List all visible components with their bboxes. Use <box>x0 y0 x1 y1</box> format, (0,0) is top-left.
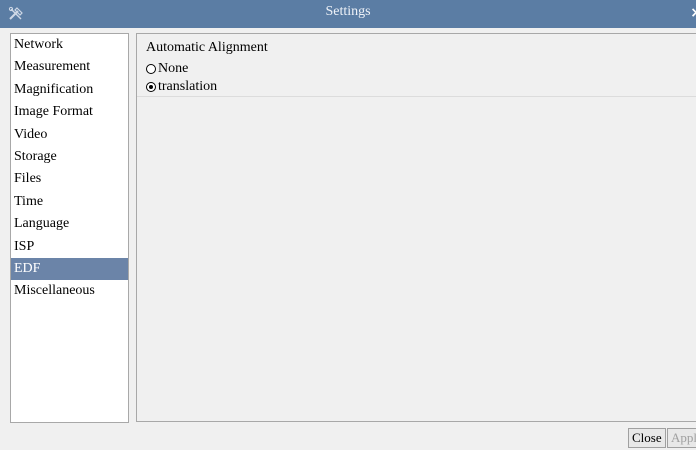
close-button[interactable]: Close <box>628 428 666 448</box>
sidebar-item-measurement[interactable]: Measurement <box>11 56 128 78</box>
sidebar-item-video[interactable]: Video <box>11 124 128 146</box>
automatic-alignment-group: Automatic Alignment None translation <box>137 34 696 97</box>
sidebar-item-magnification[interactable]: Magnification <box>11 79 128 101</box>
window-title: Settings <box>325 4 371 19</box>
sidebar-item-edf[interactable]: EDF <box>11 257 128 281</box>
radio-button-checked-icon <box>146 82 156 92</box>
apply-button[interactable]: Apply <box>667 428 696 448</box>
close-icon[interactable]: × <box>690 5 696 21</box>
sidebar-item-language[interactable]: Language <box>11 213 128 235</box>
sidebar-item-storage[interactable]: Storage <box>11 146 128 168</box>
sidebar-item-miscellaneous[interactable]: Miscellaneous <box>11 280 128 302</box>
radio-translation[interactable]: translation <box>146 78 217 96</box>
sidebar-item-time[interactable]: Time <box>11 191 128 213</box>
title-bar[interactable]: Settings × <box>0 0 696 28</box>
group-title: Automatic Alignment <box>146 40 268 55</box>
sidebar-item-files[interactable]: Files <box>11 168 128 190</box>
settings-window: Settings × NetworkMeasurementMagnificati… <box>0 0 696 450</box>
radio-label: None <box>158 61 189 76</box>
radio-button-icon <box>146 64 156 74</box>
sidebar-item-isp[interactable]: ISP <box>11 236 128 258</box>
radio-label: translation <box>158 79 218 94</box>
sidebar-item-image-format[interactable]: Image Format <box>11 101 128 123</box>
settings-panel: Automatic Alignment None translation <box>136 33 696 422</box>
radio-none[interactable]: None <box>146 60 188 78</box>
settings-sidebar: Network Measurement Magnification Image For… <box>10 33 129 423</box>
sidebar-item-network[interactable]: Network <box>11 34 128 56</box>
